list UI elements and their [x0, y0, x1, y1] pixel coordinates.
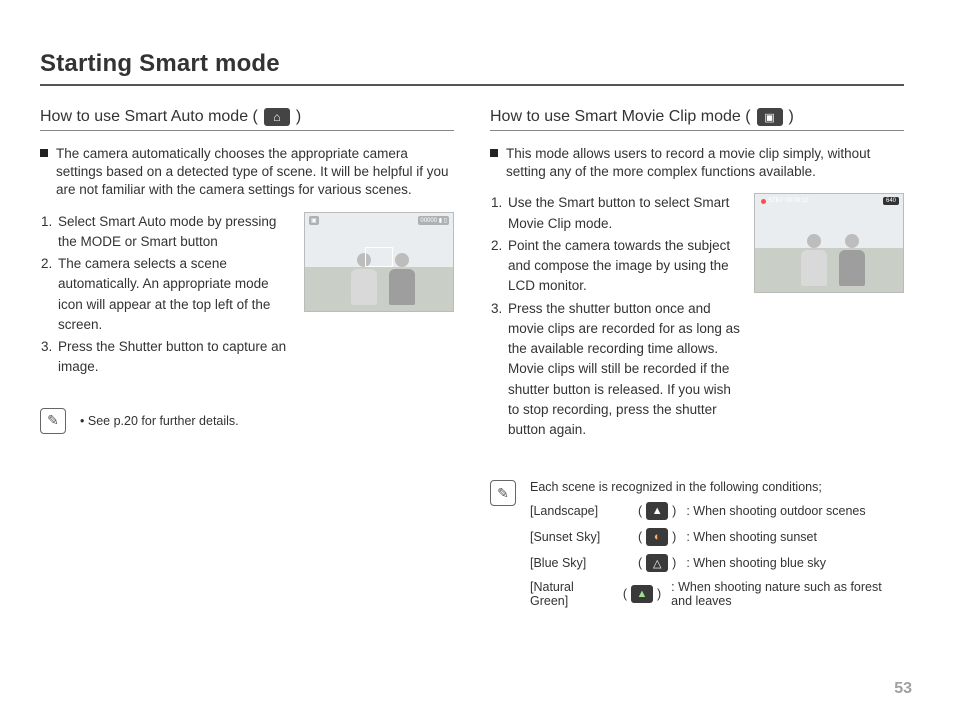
tip-pencil-icon — [490, 480, 516, 506]
scene-desc: : When shooting sunset — [686, 530, 817, 544]
bullet-square-icon — [40, 149, 48, 157]
scene-desc: : When shooting outdoor scenes — [686, 504, 865, 518]
scene-row-green: [Natural Green] ( ) : When shooting natu… — [530, 580, 904, 608]
right-heading: How to use Smart Movie Clip mode ( ) — [490, 108, 904, 126]
right-column: How to use Smart Movie Clip mode ( ) Thi… — [490, 108, 904, 616]
scene-row-sunset: [Sunset Sky] ( ) : When shooting sunset — [530, 528, 904, 546]
title-rule — [40, 84, 904, 86]
note-bullet: • — [80, 414, 84, 428]
scene-tip: Each scene is recognized in the followin… — [490, 480, 904, 616]
left-step-2: The camera selects a scene automatically… — [56, 254, 290, 335]
right-steps-list: Use the Smart button to select Smart Mov… — [490, 193, 740, 440]
right-heading-close: ) — [789, 108, 794, 126]
rec-indicator: STBY 00:00:10 — [761, 198, 809, 204]
left-step-3: Press the Shutter button to capture an i… — [56, 337, 290, 378]
scene-row-landscape: [Landscape] ( ) : When shooting outdoor … — [530, 502, 904, 520]
left-heading-text: How to use Smart Auto mode ( — [40, 108, 258, 126]
left-heading-rule — [40, 130, 454, 131]
scene-table: [Landscape] ( ) : When shooting outdoor … — [530, 502, 904, 608]
right-steps-row: Use the Smart button to select Smart Mov… — [490, 193, 904, 454]
hud-top-left: ▣ — [309, 216, 319, 225]
smart-auto-preview-image: ▣ 00000 ▮ ▯ — [304, 212, 454, 312]
left-intro-block: The camera automatically chooses the app… — [40, 145, 454, 200]
right-intro-text: This mode allows users to record a movie… — [506, 145, 904, 181]
two-column-layout: How to use Smart Auto mode ( ) The camer… — [40, 108, 904, 616]
right-heading-rule — [490, 130, 904, 131]
right-step-1: Use the Smart button to select Smart Mov… — [506, 193, 740, 234]
scene-desc: : When shooting nature such as forest an… — [671, 580, 904, 608]
sunset-icon — [646, 528, 668, 546]
blue-sky-icon — [646, 554, 668, 572]
left-note: • See p.20 for further details. — [40, 408, 454, 434]
tip-intro: Each scene is recognized in the followin… — [530, 480, 904, 494]
note-text: See p.20 for further details. — [88, 414, 239, 428]
hud-top-right: 00000 ▮ ▯ — [418, 216, 449, 225]
right-step-2: Point the camera towards the subject and… — [506, 236, 740, 297]
landscape-icon — [646, 502, 668, 520]
left-column: How to use Smart Auto mode ( ) The camer… — [40, 108, 454, 616]
smart-auto-icon — [264, 108, 290, 126]
smart-movie-icon — [757, 108, 783, 126]
focus-frame-icon — [365, 247, 393, 267]
scene-desc: : When shooting blue sky — [686, 556, 826, 570]
page-number: 53 — [894, 680, 912, 698]
right-step-3: Press the shutter button once and movie … — [506, 299, 740, 441]
natural-green-icon — [631, 585, 653, 603]
bullet-square-icon — [490, 149, 498, 157]
smart-movie-preview-image: STBY 00:00:10 640 — [754, 193, 904, 293]
left-heading: How to use Smart Auto mode ( ) — [40, 108, 454, 126]
scene-row-bluesky: [Blue Sky] ( ) : When shooting blue sky — [530, 554, 904, 572]
right-heading-text: How to use Smart Movie Clip mode ( — [490, 108, 751, 126]
left-step-1: Select Smart Auto mode by pressing the M… — [56, 212, 290, 253]
resolution-badge: 640 — [883, 197, 899, 205]
right-intro-block: This mode allows users to record a movie… — [490, 145, 904, 181]
scene-name: [Blue Sky] — [530, 556, 630, 570]
page-title: Starting Smart mode — [40, 50, 904, 78]
left-intro-text: The camera automatically chooses the app… — [56, 145, 454, 200]
note-pencil-icon — [40, 408, 66, 434]
scene-name: [Sunset Sky] — [530, 530, 630, 544]
scene-name: [Landscape] — [530, 504, 630, 518]
left-heading-close: ) — [296, 108, 301, 126]
left-steps-list: Select Smart Auto mode by pressing the M… — [40, 212, 290, 378]
scene-name: [Natural Green] — [530, 580, 615, 608]
left-steps-row: Select Smart Auto mode by pressing the M… — [40, 212, 454, 392]
